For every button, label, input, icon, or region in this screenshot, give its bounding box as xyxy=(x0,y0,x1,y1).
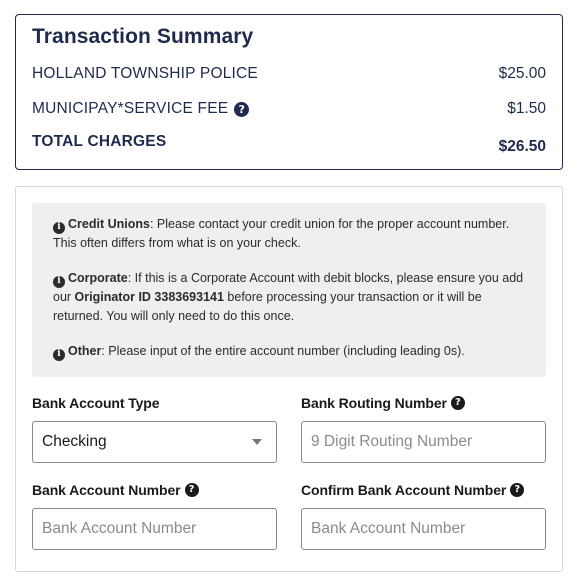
summary-row-label-wrap: MUNICIPAY*SERVICE FEE ? xyxy=(32,100,250,118)
info-circle-icon: i xyxy=(53,221,65,234)
summary-row: MUNICIPAY*SERVICE FEE ? $1.50 xyxy=(32,97,546,121)
notice-title: Credit Unions xyxy=(68,217,150,231)
routing-number-label: Bank Routing Number ? xyxy=(301,395,465,411)
total-label: TOTAL CHARGES xyxy=(32,133,167,150)
confirm-account-number-placeholder: Bank Account Number xyxy=(311,520,466,537)
info-circle-icon: i xyxy=(53,275,65,288)
question-circle-icon[interactable]: ? xyxy=(450,396,465,410)
question-circle-icon[interactable]: ? xyxy=(184,483,199,497)
notice-title: Other xyxy=(68,344,102,358)
account-type-label-text: Bank Account Type xyxy=(32,395,160,411)
account-number-label-text: Bank Account Number xyxy=(32,482,181,498)
confirm-account-number-label-text: Confirm Bank Account Number xyxy=(301,482,507,498)
routing-number-label-text: Bank Routing Number xyxy=(301,395,447,411)
routing-number-input[interactable]: 9 Digit Routing Number xyxy=(301,421,546,463)
summary-title: Transaction Summary xyxy=(32,25,254,48)
question-circle-icon[interactable]: ? xyxy=(510,483,525,497)
confirm-account-number-input[interactable]: Bank Account Number xyxy=(301,508,546,550)
confirm-account-number-label: Confirm Bank Account Number ? xyxy=(301,482,525,498)
notice-title: Corporate xyxy=(68,271,128,285)
bank-account-form: i Credit Unions: Please contact your cred… xyxy=(15,186,563,572)
summary-row-label: HOLLAND TOWNSHIP POLICE xyxy=(32,65,258,82)
question-circle-icon[interactable]: ? xyxy=(234,101,250,117)
notice-credit-unions: i Credit Unions: Please contact your cred… xyxy=(53,215,526,253)
account-type-select[interactable]: Checking xyxy=(32,421,277,463)
notice-other: i Other: Please input of the entire accou… xyxy=(53,342,526,361)
info-circle-icon: i xyxy=(53,348,65,361)
summary-row-amount: $25.00 xyxy=(498,65,546,82)
summary-row-amount: $1.50 xyxy=(507,100,546,117)
chevron-down-icon xyxy=(252,439,262,445)
account-type-label: Bank Account Type xyxy=(32,395,160,411)
summary-row: HOLLAND TOWNSHIP POLICE $25.00 xyxy=(32,62,546,86)
routing-number-placeholder: 9 Digit Routing Number xyxy=(311,433,473,450)
account-number-label: Bank Account Number ? xyxy=(32,482,199,498)
summary-total-row: TOTAL CHARGES $26.50 xyxy=(32,133,546,157)
account-type-value: Checking xyxy=(42,433,107,450)
total-amount: $26.50 xyxy=(498,138,546,155)
account-notice-box: i Credit Unions: Please contact your cred… xyxy=(32,203,546,377)
account-number-input[interactable]: Bank Account Number xyxy=(32,508,277,550)
summary-row-label: MUNICIPAY*SERVICE FEE xyxy=(32,100,229,117)
originator-id: Originator ID 3383693141 xyxy=(74,290,224,304)
account-number-placeholder: Bank Account Number xyxy=(42,520,197,537)
transaction-summary-card: Transaction Summary HOLLAND TOWNSHIP POL… xyxy=(15,14,563,170)
notice-corporate: i Corporate: If this is a Corporate Accou… xyxy=(53,269,526,326)
notice-text: : Please input of the entire account num… xyxy=(101,344,465,358)
